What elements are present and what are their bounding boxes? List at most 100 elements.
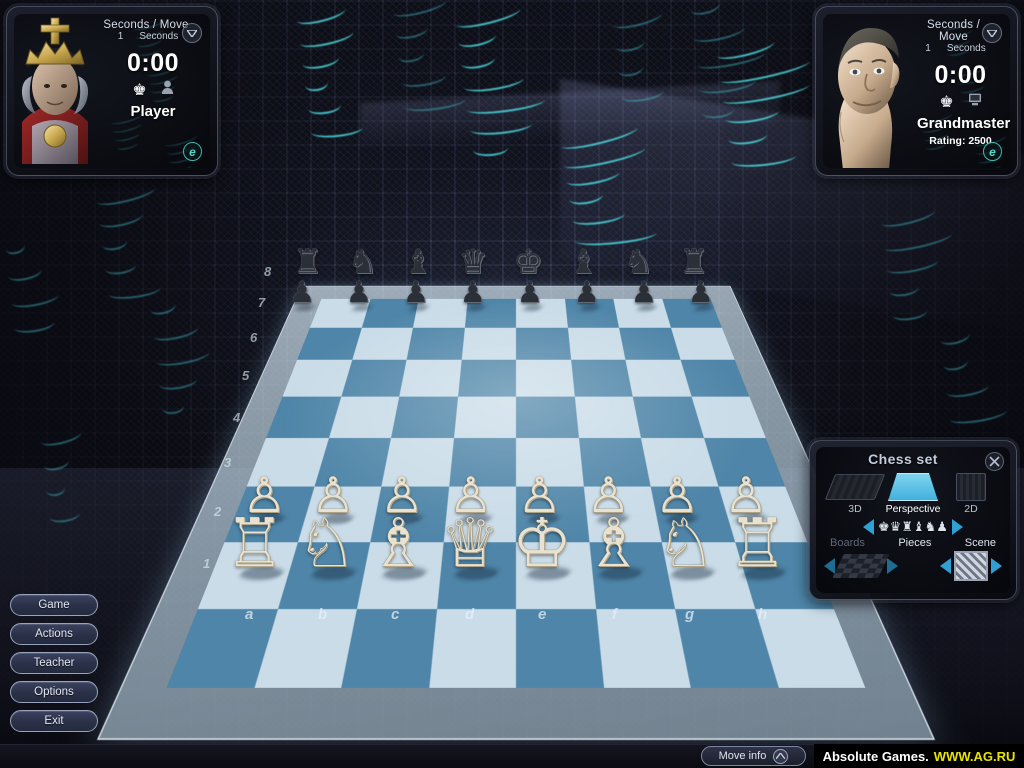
avatar-grandmaster: [823, 14, 911, 168]
file-labels: a b c d e f g h: [230, 606, 790, 632]
view-option-label: 2D: [964, 503, 978, 515]
chess-piece[interactable]: ♜: [679, 245, 710, 282]
chess-piece[interactable]: ♚: [514, 245, 544, 282]
chess-piece[interactable]: ♟: [688, 279, 715, 312]
chess-piece[interactable]: ♞: [624, 245, 654, 282]
board-square[interactable]: [406, 327, 465, 360]
pieces-label: Pieces: [898, 537, 932, 549]
watermark: Absolute Games. WWW.AG.RU: [814, 744, 1024, 768]
board-square[interactable]: [516, 396, 579, 438]
chess-piece[interactable]: ♟: [346, 279, 373, 312]
view-thumbnail-perspective[interactable]: [888, 473, 938, 501]
chess-piece[interactable]: ♟: [630, 277, 658, 312]
menu-button-actions[interactable]: Actions: [10, 623, 98, 645]
menu-button-options[interactable]: Options: [10, 681, 98, 703]
player-panel-right[interactable]: Seconds / Move 1 Seconds 0:00 ♚ Grandmas…: [815, 6, 1018, 176]
chess-piece[interactable]: ♕: [440, 505, 502, 581]
chess-piece[interactable]: ♔: [512, 510, 574, 580]
piece-glyph: ♟: [630, 277, 657, 310]
chess-piece[interactable]: ♘: [655, 505, 717, 581]
pieces-next-button[interactable]: [951, 519, 963, 535]
board-square[interactable]: [574, 396, 641, 438]
file-label: h: [758, 606, 768, 623]
view-thumbnail-3d[interactable]: [824, 474, 886, 500]
view-option-perspective[interactable]: Perspective: [884, 473, 942, 515]
chess-set-panel[interactable]: Chess set 3D Perspective 2D ♚♛♜♝♞♟ Board…: [809, 440, 1017, 600]
chess-piece[interactable]: ♗: [583, 505, 646, 581]
main-menu[interactable]: Game Actions Teacher Options Exit: [10, 594, 98, 732]
chess-piece[interactable]: ♝: [403, 245, 434, 282]
piece-glyph: ♕: [440, 505, 501, 581]
menu-button-teacher[interactable]: Teacher: [10, 652, 98, 674]
board-square[interactable]: [461, 327, 516, 360]
chess-piece[interactable]: ♜: [293, 245, 323, 282]
view-option-2d[interactable]: 2D: [942, 473, 1000, 515]
scene-next-button[interactable]: [991, 558, 1002, 574]
rank-label: 8: [264, 264, 272, 279]
chess-piece[interactable]: ♝: [568, 243, 599, 282]
move-info-button[interactable]: Move info: [701, 746, 806, 766]
menu-button-exit[interactable]: Exit: [10, 710, 98, 732]
board-square[interactable]: [516, 359, 575, 397]
pieces-prev-button[interactable]: [863, 519, 875, 535]
collapse-panel-right-button[interactable]: [982, 23, 1002, 43]
board-square[interactable]: [351, 327, 414, 360]
chess-piece[interactable]: ♟: [403, 279, 430, 312]
engine-badge-right: e: [983, 142, 1002, 161]
boards-selector[interactable]: [824, 551, 898, 581]
boards-next-button[interactable]: [887, 558, 898, 574]
piece-glyph: ♘: [655, 505, 716, 581]
chess-piece[interactable]: ♟: [517, 279, 544, 312]
board-square[interactable]: [516, 327, 571, 360]
chess-piece[interactable]: ♟: [573, 277, 601, 312]
rank-label: 6: [250, 330, 258, 345]
chess-piece[interactable]: ♗: [368, 510, 430, 580]
board-square[interactable]: [328, 396, 400, 438]
view-option-label: 3D: [848, 503, 862, 515]
scene-prev-button[interactable]: [940, 558, 951, 574]
time-mode-unit-right: Seconds: [946, 43, 986, 54]
scene-thumbnail[interactable]: [954, 551, 988, 581]
move-info-label: Move info: [718, 750, 767, 762]
board-square[interactable]: [391, 396, 458, 438]
white-king-icon: ♚: [939, 93, 954, 111]
board-square[interactable]: [453, 396, 516, 438]
boards-prev-button[interactable]: [824, 558, 835, 574]
view-thumbnail-2d[interactable]: [956, 473, 986, 501]
move-info-toggle[interactable]: [773, 748, 789, 764]
file-label: e: [538, 606, 547, 623]
chess-piece[interactable]: ♘: [296, 510, 358, 580]
scene-selector[interactable]: [940, 551, 1002, 581]
menu-button-label: Actions: [35, 628, 73, 640]
chess-piece[interactable]: ♖: [225, 510, 287, 580]
chess-piece[interactable]: ♟: [459, 277, 487, 312]
board-square[interactable]: [297, 327, 362, 360]
chess-piece[interactable]: ♞: [348, 245, 379, 282]
board-square[interactable]: [340, 359, 407, 397]
boards-thumbnail[interactable]: [832, 554, 890, 578]
piece-glyph: ♟: [289, 277, 315, 310]
pieces-preview: ♚♛♜♝♞♟: [878, 519, 948, 534]
player-name-left: Player: [130, 103, 176, 120]
chess-piece[interactable]: ♖: [727, 510, 789, 580]
piece-glyph: ♟: [459, 277, 486, 310]
piece-glyph: ♗: [583, 505, 644, 581]
board-square[interactable]: [399, 359, 462, 397]
close-chess-set-button[interactable]: [985, 452, 1004, 471]
board-square[interactable]: [567, 327, 626, 360]
menu-button-label: Options: [34, 686, 74, 698]
board-square[interactable]: [457, 359, 516, 397]
computer-player-icon: [968, 93, 982, 111]
chess-piece[interactable]: ♟: [289, 277, 316, 312]
player-panel-left[interactable]: Seconds / Move 1 Seconds 0:00 ♚ Player e: [6, 6, 218, 176]
menu-button-game[interactable]: Game: [10, 594, 98, 616]
piece-glyph: ♝: [568, 243, 599, 281]
view-option-3d[interactable]: 3D: [824, 473, 886, 515]
watermark-secondary: WWW.AG.RU: [933, 748, 1016, 764]
board-square[interactable]: [570, 359, 633, 397]
chess-piece[interactable]: ♛: [458, 243, 489, 282]
piece-glyph: ♟: [573, 277, 600, 310]
collapse-panel-left-button[interactable]: [182, 23, 202, 43]
file-label: g: [685, 606, 695, 623]
piece-glyph: ♛: [458, 243, 488, 281]
